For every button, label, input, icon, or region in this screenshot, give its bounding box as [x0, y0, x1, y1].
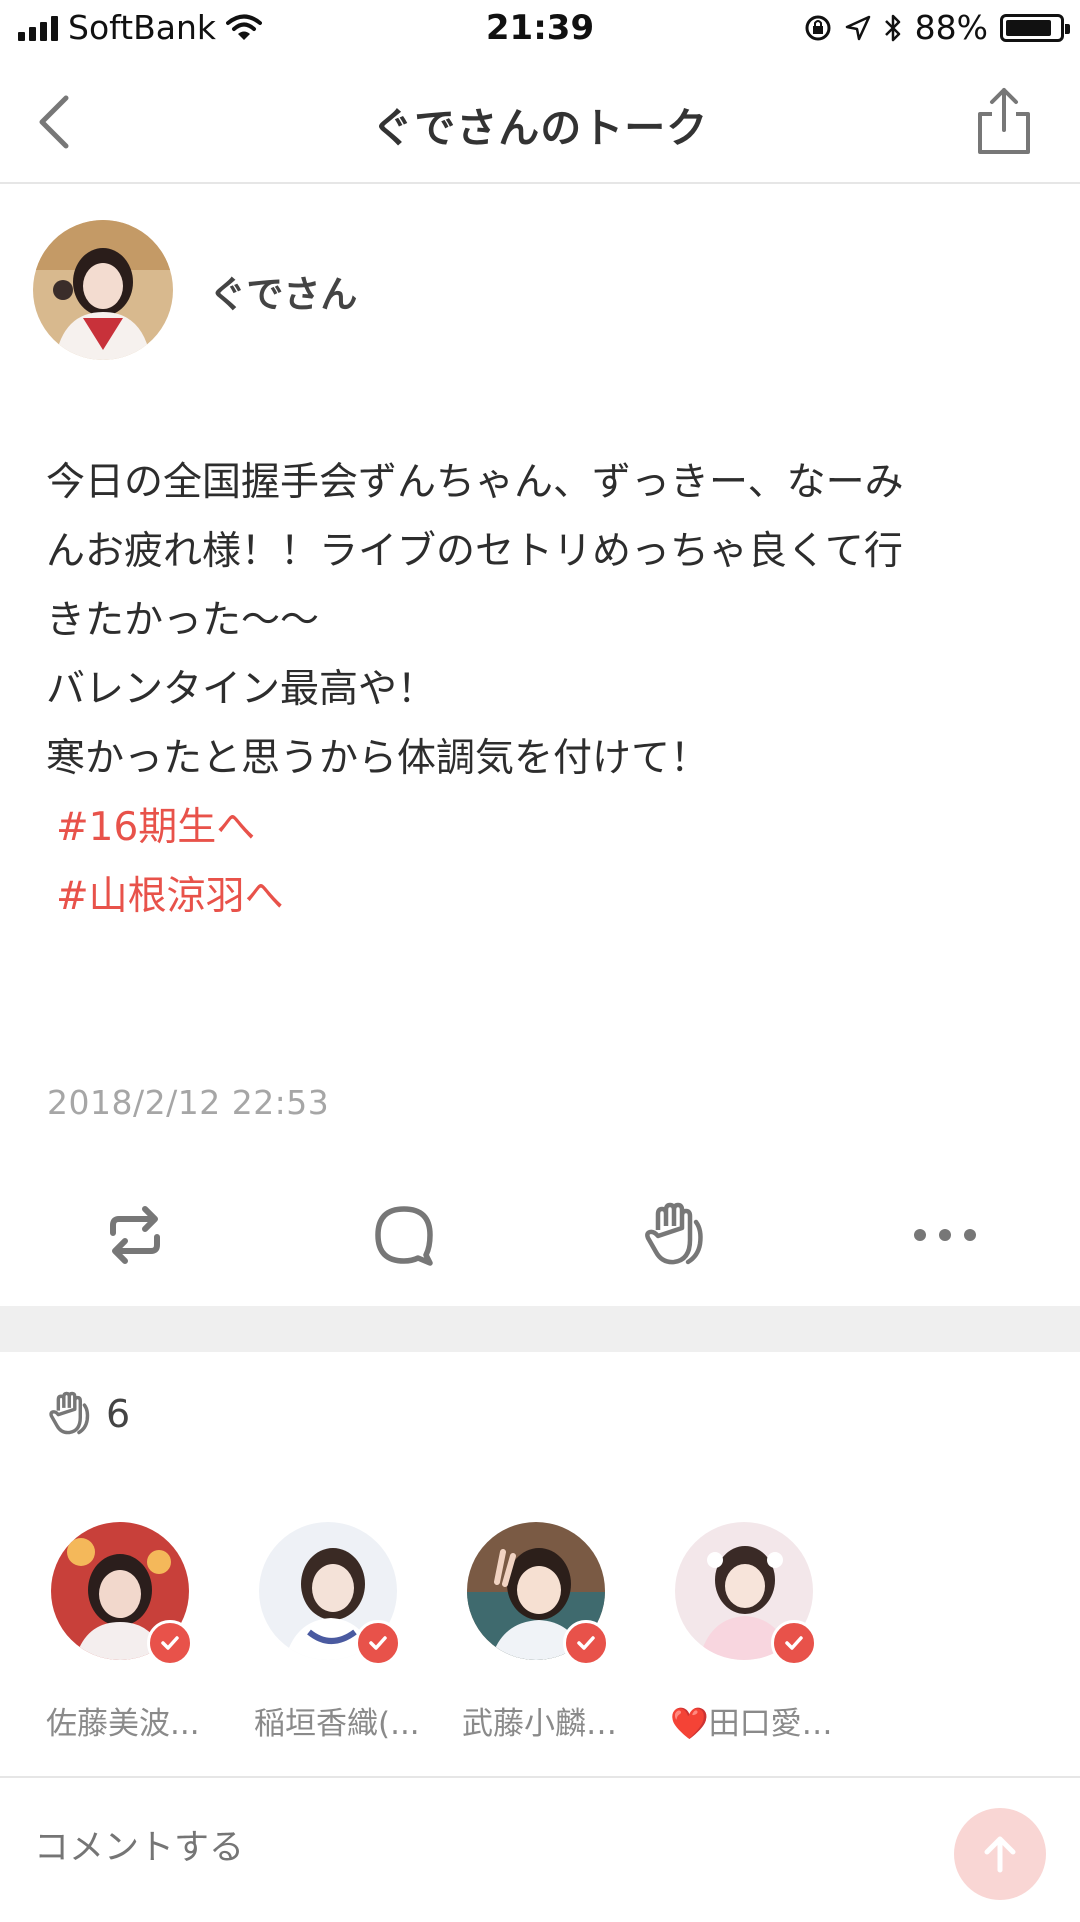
- post-line: 寒かったと思うから体調気を付けて！: [46, 736, 710, 781]
- verified-badge-icon: [771, 1620, 817, 1666]
- orientation-lock-icon: [805, 15, 831, 40]
- battery-fill: [1006, 19, 1052, 36]
- author-name[interactable]: ぐでさん: [209, 264, 357, 318]
- post-line: んお疲れ様！！ライブのセトリめっちゃ良くて行: [46, 529, 903, 574]
- bluetooth-icon: [884, 14, 900, 41]
- clap-count: 6: [106, 1392, 131, 1436]
- comment-button[interactable]: [359, 1190, 449, 1280]
- share-icon[interactable]: [974, 84, 1034, 156]
- clap-button[interactable]: [630, 1190, 720, 1280]
- more-icon: [914, 1229, 976, 1241]
- more-button[interactable]: [900, 1190, 990, 1280]
- repost-icon: [110, 1206, 160, 1264]
- author-avatar[interactable]: [33, 220, 173, 360]
- page-title: ぐでさんのトーク: [371, 104, 709, 152]
- verified-badge-icon: [147, 1620, 193, 1666]
- reactor-name: 武藤小麟…: [462, 1706, 617, 1742]
- location-icon: [845, 15, 870, 40]
- status-bar: SoftBank 21:39 88%: [0, 0, 1080, 58]
- clap-icon: [49, 1391, 90, 1435]
- reactor-name: ❤️田口愛…: [670, 1706, 833, 1742]
- reactor-list: 佐藤美波... 稲垣香織(... 武藤小麟… ❤️田口愛…: [0, 1522, 1080, 1752]
- post-line: 今日の全国握手会ずんちゃん、ずっきー、なーみ: [46, 460, 904, 505]
- post-line: バレンタイン最高や！: [46, 667, 437, 712]
- comment-icon: [375, 1206, 433, 1266]
- reactor-name: 稲垣香織(...: [254, 1706, 420, 1742]
- clap-summary[interactable]: 6: [46, 1390, 130, 1438]
- post-line: きたかった〜〜: [46, 598, 320, 643]
- status-right: 88%: [803, 8, 1070, 47]
- battery-icon: [1000, 13, 1070, 42]
- comment-input[interactable]: [34, 1828, 834, 1868]
- nav-header: ぐでさんのトーク: [0, 60, 1080, 184]
- section-divider: [0, 1306, 1080, 1352]
- battery-percent: 88%: [914, 8, 988, 47]
- post-body: 今日の全国握手会ずんちゃん、ずっきー、なーみ んお疲れ様！！ライブのセトリめっち…: [46, 448, 1036, 931]
- repost-button[interactable]: [90, 1190, 180, 1280]
- clap-icon: [645, 1202, 703, 1265]
- verified-badge-icon: [355, 1620, 401, 1666]
- send-button[interactable]: [954, 1808, 1046, 1900]
- action-bar: [0, 1190, 1080, 1280]
- hashtag-link[interactable]: #山根涼羽へ: [46, 862, 1036, 931]
- verified-badge-icon: [563, 1620, 609, 1666]
- comment-bar: [0, 1776, 1080, 1922]
- hashtag-link[interactable]: #16期生へ: [46, 793, 1036, 862]
- reactor-name: 佐藤美波...: [46, 1706, 200, 1742]
- arrow-up-icon: [984, 1836, 1016, 1873]
- post-timestamp: 2018/2/12 22:53: [47, 1083, 330, 1122]
